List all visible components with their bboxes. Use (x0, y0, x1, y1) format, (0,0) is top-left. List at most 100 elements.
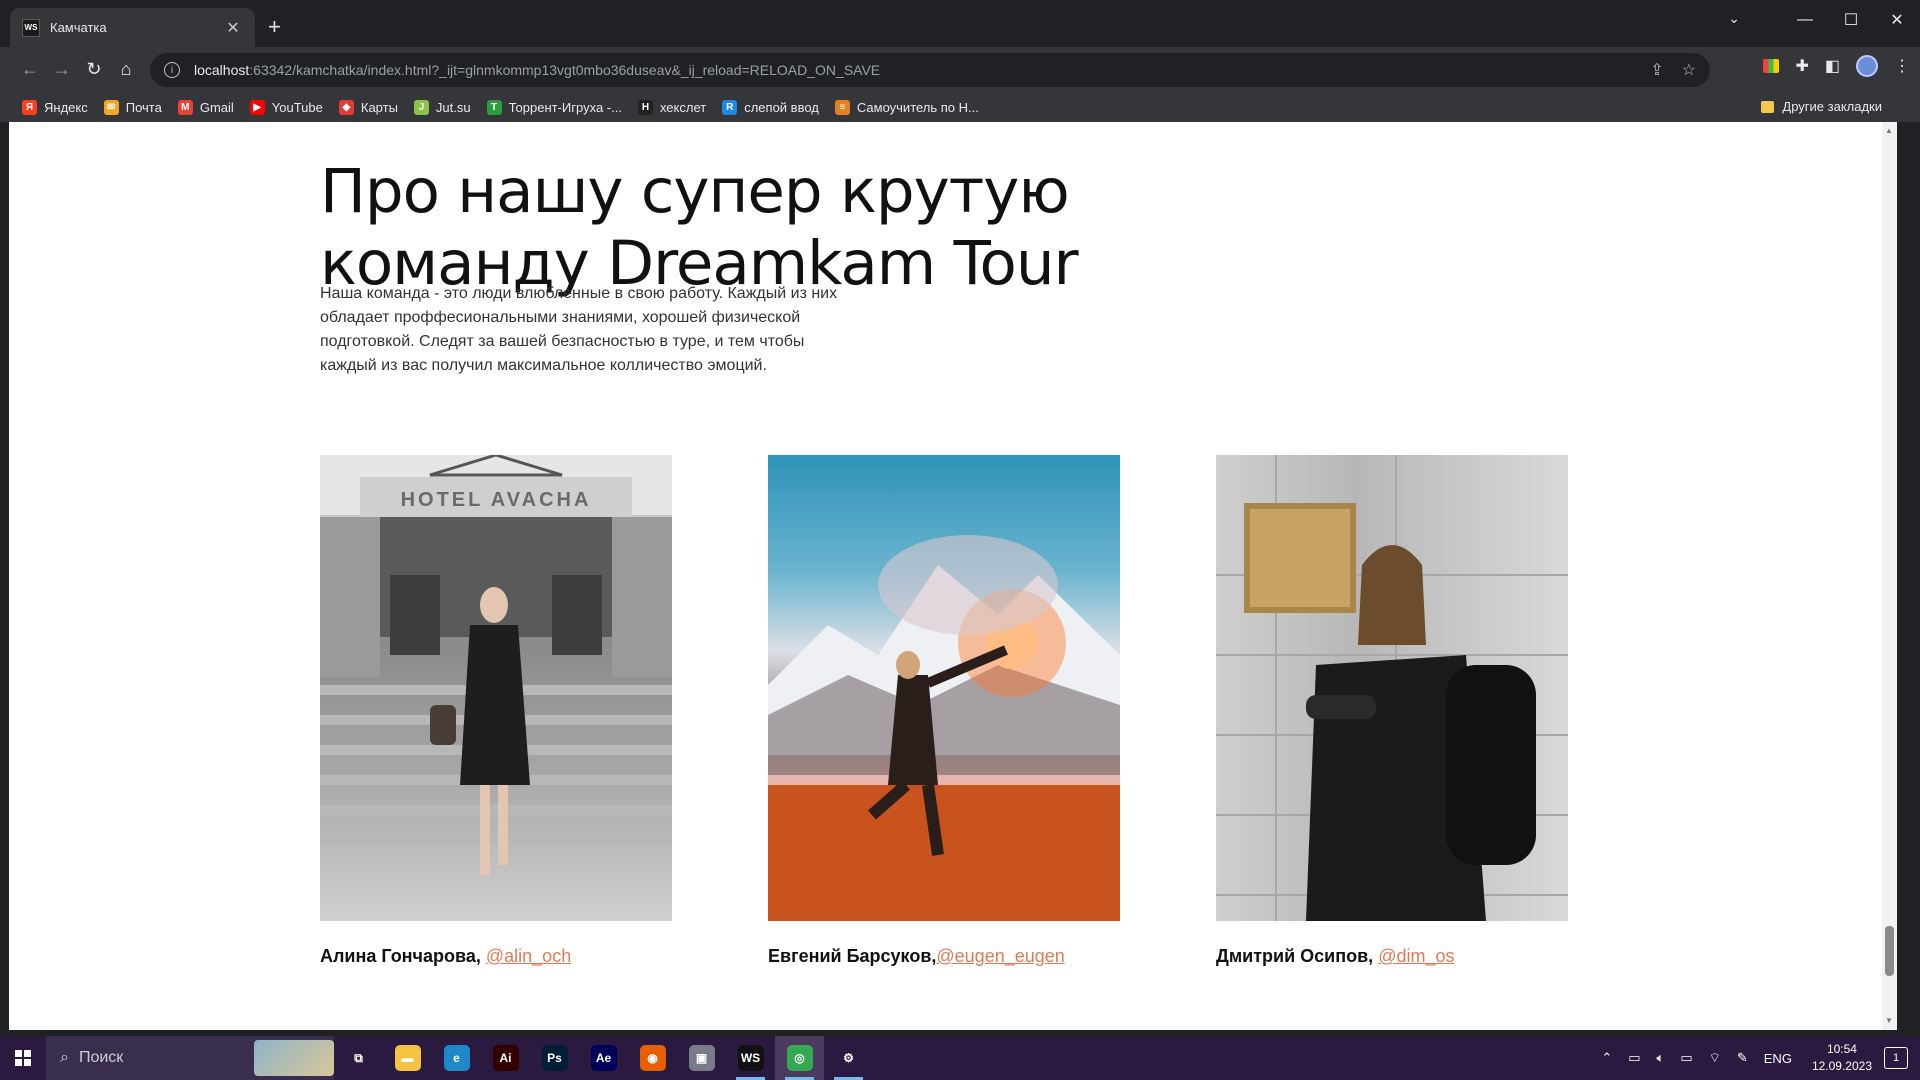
bookmark-item[interactable]: Rслепой ввод (722, 99, 819, 115)
search-placeholder: Поиск (78, 1049, 124, 1066)
extensions-puzzle-icon[interactable]: ✚ (1795, 56, 1808, 76)
volume-icon[interactable]: 🔈︎ (1657, 1050, 1665, 1066)
member-handle-link[interactable]: @eugen_eugen (936, 946, 1064, 966)
extension-icon[interactable] (1763, 59, 1780, 73)
scroll-down-icon[interactable]: ▼ (1885, 1016, 1893, 1025)
bookmarks-bar: Я Яндекс ✉ Почта M Gmail ▶ YouTube ◆ Карты J Jut.su… (0, 92, 1920, 122)
wifi-icon[interactable]: ⌔ (1709, 1050, 1721, 1066)
bookmark-label: Яндекс (44, 99, 88, 115)
scroll-up-icon[interactable]: ▲ (1885, 126, 1893, 135)
chrome-taskbar-button[interactable]: ◎ (775, 1036, 824, 1080)
bookmark-item[interactable]: J Jut.su (413, 99, 471, 115)
vm-icon: ▣ (688, 1045, 715, 1071)
scroll-thumb[interactable] (1885, 926, 1894, 976)
file-explorer-icon: ▬ (394, 1045, 421, 1071)
after-effects-icon: Ae (590, 1045, 617, 1071)
other-bookmarks[interactable]: Другие закладки (1761, 99, 1882, 114)
photoshop-icon: Ps (541, 1045, 568, 1071)
tray-overflow-chevron-icon[interactable]: ⌃ (1601, 1050, 1612, 1066)
bookmark-label: YouTube (271, 99, 323, 115)
folder-icon (1761, 100, 1775, 113)
address-bar[interactable]: i localhost :63342/kamchatka/index.html?… (150, 53, 1710, 87)
taskbar-clock[interactable]: 10:54 12.09.2023 (1812, 1041, 1872, 1075)
language-indicator[interactable]: ENG (1764, 1051, 1792, 1066)
task-view-taskbar-button[interactable]: ⧉ (334, 1036, 383, 1080)
member-name: Алина Гончарова, (320, 946, 481, 966)
photoshop-taskbar-button[interactable]: Ps (530, 1036, 579, 1080)
team-photo-alina: HOTEL AVACHA (320, 455, 672, 921)
after-effects-taskbar-button[interactable]: Ae (579, 1036, 628, 1080)
vm-taskbar-button[interactable]: ▣ (677, 1036, 726, 1080)
yandex-icon: Я (22, 99, 37, 115)
bookmark-item[interactable]: ▶ YouTube (249, 99, 323, 115)
chrome-icon: ◎ (786, 1045, 813, 1071)
webstorm-favicon-icon: WS (22, 18, 40, 37)
bookmark-item[interactable]: T Торрент-Игруха -... (486, 99, 622, 115)
site-info-icon[interactable]: i (164, 62, 180, 78)
edge-icon: e (443, 1045, 470, 1071)
bookmark-label: Почта (125, 99, 162, 115)
bookmark-star-icon[interactable]: ☆ (1682, 60, 1696, 80)
other-bookmarks-label: Другие закладки (1782, 99, 1882, 114)
bookmark-label: Jut.su (435, 99, 471, 115)
photo-hotel-steps: HOTEL AVACHA (320, 455, 672, 875)
start-button[interactable] (0, 1050, 46, 1066)
pen-icon[interactable]: ✎ (1737, 1050, 1748, 1066)
search-icon: ⌕ (60, 1049, 69, 1066)
firefox-taskbar-button[interactable]: ◉ (628, 1036, 677, 1080)
typing-icon: R (722, 99, 738, 115)
taskbar-apps: ⧉ ▬ e Ai Ps Ae ◉ ▣ WS ◎ ⚙ (334, 1036, 873, 1080)
search-highlight-image (254, 1040, 334, 1076)
bookmark-label: слепой ввод (744, 99, 819, 115)
bookmark-item[interactable]: Я Яндекс (22, 99, 88, 115)
reload-icon[interactable]: ↻ (78, 59, 110, 80)
firefox-icon: ◉ (639, 1045, 666, 1071)
tutorial-icon: ≡ (834, 99, 850, 115)
browser-tab[interactable]: WS Камчатка ✕ (10, 8, 255, 47)
member-handle-link[interactable]: @dim_os (1378, 946, 1454, 966)
webstorm-taskbar-button[interactable]: WS (726, 1036, 775, 1080)
torrent-icon: T (486, 99, 502, 115)
system-tray: ⌃ ▭ 🔈︎ ▭ ⌔ ✎ ENG 10:54 12.09.2023 1 (1593, 1036, 1920, 1080)
edge-taskbar-button[interactable]: e (432, 1036, 481, 1080)
settings-icon: ⚙ (843, 1051, 854, 1065)
illustrator-taskbar-button[interactable]: Ai (481, 1036, 530, 1080)
side-panel-icon[interactable]: ◧ (1825, 56, 1840, 76)
notification-center-icon[interactable]: 1 (1884, 1047, 1908, 1069)
share-icon[interactable]: ⇪ (1650, 60, 1663, 80)
settings-taskbar-button[interactable]: ⚙ (824, 1036, 873, 1080)
maximize-icon[interactable]: ☐ (1828, 10, 1874, 30)
browser-menu-icon[interactable]: ⋮ (1894, 56, 1910, 76)
team-member-caption-3: Дмитрий Осипов, @dim_os (1216, 946, 1455, 967)
tab-search-chevron-icon[interactable]: ⌄ (1728, 10, 1740, 27)
team-member-caption-2: Евгений Барсуков,@eugen_eugen (768, 946, 1065, 967)
member-handle-link[interactable]: @alin_och (486, 946, 571, 966)
hexlet-icon: H (637, 99, 653, 115)
bookmark-item[interactable]: ◆ Карты (338, 99, 398, 115)
close-window-icon[interactable]: ✕ (1874, 10, 1920, 30)
heading-line-1: Про нашу супер крутую (320, 156, 1070, 227)
taskbar-search[interactable]: ⌕ Поиск (46, 1036, 334, 1080)
bookmark-label: Торрент-Игруха -... (508, 99, 622, 115)
page-viewport: Про нашу супер крутую команду Dreamkam T… (9, 122, 1882, 1030)
new-tab-icon[interactable]: + (268, 14, 281, 40)
minimize-icon[interactable]: — (1782, 11, 1828, 29)
meet-icon[interactable]: ▭ (1628, 1050, 1640, 1066)
team-intro-text: Наша команда - это люди влюбленные в сво… (320, 285, 838, 374)
page-scrollbar[interactable]: ▲ ▼ (1882, 122, 1897, 1030)
tab-close-icon[interactable]: ✕ (223, 18, 243, 38)
bookmark-item[interactable]: Hхекслет (637, 99, 706, 115)
file-explorer-taskbar-button[interactable]: ▬ (383, 1036, 432, 1080)
back-icon[interactable]: ← (14, 59, 46, 80)
bookmark-item[interactable]: ✉ Почта (103, 99, 162, 115)
profile-avatar[interactable] (1856, 55, 1878, 77)
bookmark-label: Карты (360, 99, 398, 115)
forward-icon[interactable]: → (46, 59, 78, 80)
bookmark-item[interactable]: M Gmail (177, 99, 234, 115)
maps-icon: ◆ (338, 99, 354, 115)
team-photo-evgeniy (768, 455, 1120, 921)
bookmark-item[interactable]: ≡ Самоучитель по Н... (834, 99, 979, 115)
battery-icon[interactable]: ▭ (1680, 1050, 1692, 1066)
photo-mountain-flare (768, 535, 1120, 921)
home-icon[interactable]: ⌂ (110, 59, 142, 80)
